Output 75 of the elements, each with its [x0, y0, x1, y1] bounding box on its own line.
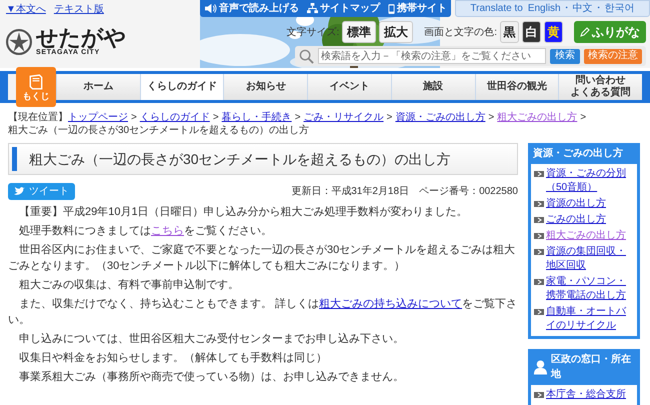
nav-tab[interactable]: 問い合わせ よくある質問	[558, 74, 642, 100]
font-size-button[interactable]: 拡大	[379, 21, 414, 43]
sitemap-icon	[307, 3, 318, 14]
breadcrumb-link[interactable]: くらしのガイド	[140, 112, 210, 123]
nav-tab[interactable]: ホーム	[56, 74, 140, 100]
sidebar-link[interactable]: 家電・パソコン・携帯電話の出し方	[546, 275, 634, 303]
color-label: 画面と文字の色:	[424, 26, 497, 40]
search-field[interactable]: 検索語を入力－「検索の注意」をご覧ください	[318, 48, 546, 64]
top-link[interactable]: サイトマップ	[303, 0, 384, 17]
breadcrumb-label: 【現在位置】	[8, 112, 68, 123]
nav-tab[interactable]: 施設	[390, 74, 475, 100]
sidebar-heading: 区政の窓口・所在地	[550, 352, 632, 382]
breadcrumb-link[interactable]: 暮らし・手続き	[222, 112, 292, 123]
breadcrumb-separator: >	[212, 112, 219, 123]
paragraph: 世田谷区内にお住まいで、ご家庭で不要となった一辺の長さが30センチメートルを超えるごみは粗大ごみとなります。（30センチメートル以下に解体しても粗大ごみになります。）	[8, 242, 516, 274]
page-number: ページ番号：0022580	[419, 184, 518, 199]
book-icon	[28, 74, 44, 90]
text-link[interactable]: こちら	[151, 225, 184, 237]
color-button[interactable]: 黄	[544, 21, 563, 43]
pencil-icon	[580, 27, 590, 37]
breadcrumb-current: 粗大ごみ（一辺の長さが30センチメートルを超えるもの）の出し方	[8, 124, 310, 137]
language-link[interactable]: 한국어	[604, 1, 635, 16]
accent-bar	[12, 147, 17, 171]
paragraph: 処理手数料につきましてはこちら をご覧ください。	[18, 224, 273, 239]
breadcrumb-separator: >	[580, 112, 586, 123]
sidebar-link[interactable]: 資源の出し方	[546, 197, 606, 211]
sidebar-link[interactable]: 資源・ごみの分別（50音順）	[546, 167, 634, 195]
top-link[interactable]: 携帯サイト	[384, 0, 451, 17]
breadcrumb-link[interactable]: 粗大ごみの出し方	[497, 112, 578, 123]
bird-icon	[14, 187, 25, 196]
sidebar-link[interactable]: 自動車・オートバイのリサイクル	[546, 305, 634, 333]
paragraph: また、収集だけでなく、持ち込むこともできます。 詳しくは粗大ごみの持ち込みについて をご覧下さい。	[8, 297, 518, 328]
phone-icon	[388, 2, 395, 14]
breadcrumb-link[interactable]: トップページ	[68, 112, 128, 123]
nav-tab[interactable]: 世田谷の観光	[474, 74, 558, 100]
skip-link[interactable]: ▼本文へ	[6, 2, 46, 17]
skip-link[interactable]: テキスト版	[54, 2, 104, 17]
nav-tab[interactable]: くらしのガイド	[140, 74, 224, 100]
color-button[interactable]: 白	[522, 21, 541, 43]
breadcrumb-link[interactable]: ごみ・リサイクル	[304, 112, 384, 123]
language-link[interactable]: 中文	[572, 1, 593, 16]
language-link[interactable]: English	[528, 1, 561, 16]
sidebar-link[interactable]: 粗大ごみの出し方	[546, 229, 626, 243]
font-size-button[interactable]: 標準	[342, 21, 376, 43]
nav-tab[interactable]: お知らせ	[223, 74, 308, 100]
search-icon	[299, 48, 314, 64]
updated-date: 更新日：平成31年2月18日	[291, 184, 410, 199]
paragraph: 事業系粗大ごみ（事務所や商売で使っている物）は、お申し込みできません。	[18, 370, 405, 385]
breadcrumb-separator: >	[488, 112, 494, 123]
sidebar-link[interactable]: 資源の集団回収・地区回収	[546, 245, 634, 273]
emblem-icon	[6, 28, 32, 54]
page-title: 粗大ごみ（一辺の長さが30センチメートルを超えるもの）の出し方	[29, 150, 451, 168]
paragraph: 申し込みについては、世田谷区粗大ごみ受付センターまでお申し込み下さい。	[18, 332, 405, 347]
person-icon	[533, 359, 548, 375]
paragraph: 収集日や料金をお知らせします。（解体しても手数料は同じ）	[18, 351, 328, 366]
breadcrumb-separator: >	[294, 112, 301, 123]
translate-label: Translate to	[470, 2, 523, 16]
text-link[interactable]: 粗大ごみの持ち込みについて	[319, 298, 462, 310]
breadcrumb-separator: >	[131, 112, 137, 123]
speaker-icon	[204, 3, 217, 14]
logo-name: せたがや	[36, 27, 126, 49]
breadcrumb-separator: >	[386, 112, 392, 123]
font-size-label: 文字サイズ:	[286, 26, 340, 40]
separator-text: ・	[594, 2, 604, 16]
breadcrumb-link[interactable]: 資源・ごみの出し方	[395, 112, 486, 123]
nav-tab[interactable]: イベント	[307, 74, 391, 100]
paragraph: 粗大ごみの収集は、有料で事前申込制です。	[18, 278, 240, 293]
color-button[interactable]: 黒	[500, 21, 519, 43]
separator-text: ・	[562, 2, 572, 16]
furigana-button[interactable]: ふりがな	[574, 21, 646, 43]
sidebar-heading: 資源・ごみの出し方	[533, 146, 623, 161]
sidebar-link[interactable]: ごみの出し方	[546, 213, 606, 227]
paragraph: 【重要】平成29年10月1日（日曜日）申し込み分から粗大ごみ処理手数料が変わりました。	[18, 204, 469, 220]
search-button[interactable]: 検索	[550, 48, 580, 64]
top-link[interactable]: 音声で読み上げる	[200, 0, 303, 17]
